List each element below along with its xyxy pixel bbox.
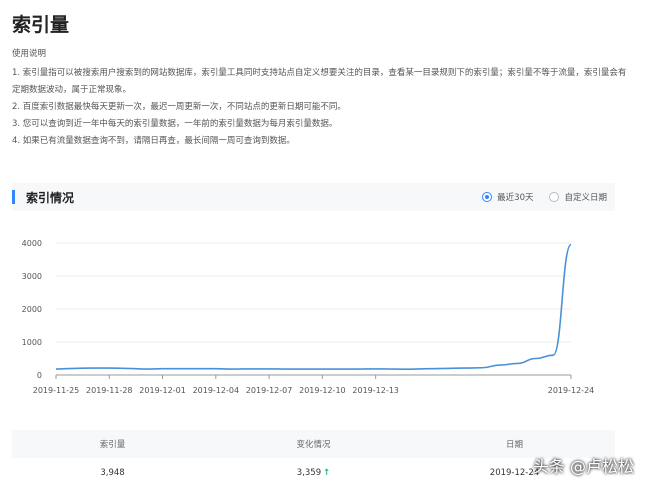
x-tick-label: 2019-12-10 xyxy=(299,386,346,395)
cell-change: 3,359 ↑ xyxy=(213,468,414,478)
range-option-last-30-days[interactable]: 最近30天 xyxy=(482,191,533,203)
x-tick-label: 2019-11-28 xyxy=(86,386,133,395)
y-tick-label: 2000 xyxy=(22,305,42,314)
column-header-change: 变化情况 xyxy=(296,440,331,450)
cell-count: 3,948 xyxy=(100,468,125,478)
usage-item: 4. 如果已有流量数据查询不到，请隔日再查，最长间隔一周可查询到数据。 xyxy=(12,136,295,146)
y-tick-label: 3000 xyxy=(22,272,42,281)
x-tick-label: 2019-11-25 xyxy=(33,386,80,395)
column-header-count: 索引量 xyxy=(99,440,126,450)
column-header-date: 日期 xyxy=(505,440,523,450)
section-title: 索引情况 xyxy=(26,191,75,205)
date-range-selector: 最近30天 自定义日期 xyxy=(482,191,607,203)
change-value: 3,359 xyxy=(296,468,322,478)
y-tick-label: 0 xyxy=(37,371,42,380)
watermark: 头条 @卢松松 xyxy=(532,457,634,476)
x-axis: 2019-11-25 2019-11-28 2019-12-01 2019-12-04… xyxy=(33,375,595,395)
index-section-header: 索引情况 最近30天 自定义日期 xyxy=(12,183,615,211)
x-tick-label: 2019-12-13 xyxy=(352,386,399,395)
usage-instructions: 使用说明 1. 索引量指可以被搜索用户搜索到的网站数据库，索引量工具同时支持站点… xyxy=(12,46,632,150)
x-tick-label: 2019-12-07 xyxy=(246,386,293,395)
index-summary-table: 索引量 变化情况 日期 3,948 3,359 ↑ 2019-12-24 xyxy=(12,430,615,488)
index-volume-line xyxy=(55,243,572,371)
page-title: 索引量 xyxy=(12,14,70,36)
usage-item: 2. 百度索引数据最快每天更新一次，最迟一周更新一次，不同站点的更新日期可能不同… xyxy=(12,102,346,112)
x-tick-label: 2019-12-04 xyxy=(193,386,240,395)
usage-heading: 使用说明 xyxy=(12,49,47,59)
y-tick-label: 1000 xyxy=(22,338,42,347)
table-header-row: 索引量 变化情况 日期 xyxy=(12,430,615,458)
range-option-label: 最近30天 xyxy=(497,193,534,203)
arrow-up-icon: ↑ xyxy=(323,468,331,478)
range-option-label: 自定义日期 xyxy=(564,193,607,203)
table-row: 3,948 3,359 ↑ 2019-12-24 xyxy=(12,458,615,488)
chart-grid xyxy=(56,242,571,376)
x-tick-label: 2019-12-24 xyxy=(548,386,595,395)
y-axis: 0 1000 2000 3000 4000 xyxy=(22,239,42,380)
usage-item: 3. 您可以查询到近一年中每天的索引量数据，一年前的索引量数据为每月索引量数据。 xyxy=(12,119,338,129)
range-option-custom-date[interactable]: 自定义日期 xyxy=(549,191,607,203)
index-volume-chart: 01000200030004000 2019-11-25 2019-11-28 20… xyxy=(22,239,595,395)
section-accent-bar xyxy=(12,190,15,204)
x-tick-label: 2019-12-01 xyxy=(139,386,186,395)
radio-unselected-icon xyxy=(549,192,560,202)
usage-item: 1. 索引量指可以被搜索用户搜索到的网站数据库，索引量工具同时支持站点自定义想要… xyxy=(12,68,627,95)
y-tick-label: 4000 xyxy=(22,239,42,248)
radio-selected-icon xyxy=(482,192,493,202)
